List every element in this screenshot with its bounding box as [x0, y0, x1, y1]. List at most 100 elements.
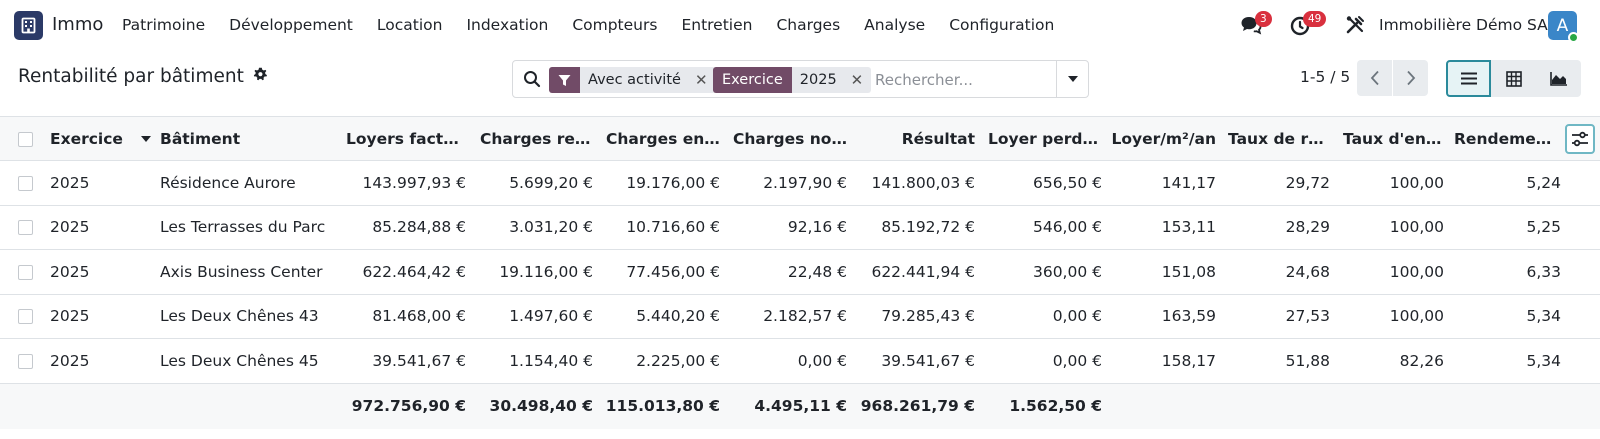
cell-loyer-perdu[interactable]: 656,50 €: [979, 161, 1106, 206]
pager-next-button[interactable]: [1393, 60, 1428, 96]
cell-taux-encaissement[interactable]: 100,00: [1334, 250, 1448, 295]
cell-charges-non-recuperees[interactable]: 92,16 €: [724, 205, 851, 250]
column-header-resultat[interactable]: Résultat: [851, 116, 979, 161]
cell-taux-encaissement[interactable]: 100,00: [1334, 161, 1448, 206]
cell-exercice[interactable]: 2025: [46, 205, 156, 250]
column-header-loyer-perdu[interactable]: Loyer perdu (...: [979, 116, 1106, 161]
cell-rendement[interactable]: 5,25: [1448, 205, 1565, 250]
cell-loyers-factures[interactable]: 85.284,88 €: [342, 205, 470, 250]
company-switcher[interactable]: Immobilière Démo SA: [1379, 16, 1548, 34]
column-header-rendement[interactable]: Rendement ...: [1448, 116, 1565, 161]
cell-rendement[interactable]: 5,34: [1448, 339, 1565, 384]
cell-batiment[interactable]: Les Deux Chênes 45: [156, 339, 342, 384]
table-row[interactable]: 2025 Résidence Aurore 143.997,93 €5.699,20…: [0, 160, 1600, 206]
cell-batiment[interactable]: Les Terrasses du Parc: [156, 205, 342, 250]
cell-charges-refacturees[interactable]: 5.699,20 €: [470, 161, 597, 206]
cell-resultat[interactable]: 39.541,67 €: [851, 339, 979, 384]
table-row[interactable]: 2025 Les Terrasses du Parc 85.284,88 €3.03…: [0, 205, 1600, 250]
cell-loyer-perdu[interactable]: 0,00 €: [979, 294, 1106, 339]
column-header-loyer-m2-an[interactable]: Loyer/m²/an: [1106, 116, 1220, 161]
menu-configuration[interactable]: Configuration: [949, 16, 1054, 34]
cell-taux-encaissement[interactable]: 100,00: [1334, 294, 1448, 339]
menu-indexation[interactable]: Indexation: [466, 16, 548, 34]
column-header-charges-encourues[interactable]: Charges enco...: [597, 116, 724, 161]
cell-taux-recuperation[interactable]: 51,88: [1220, 339, 1334, 384]
cell-loyer-perdu[interactable]: 546,00 €: [979, 205, 1106, 250]
sliders-icon[interactable]: [1565, 123, 1595, 154]
cell-loyer-m2-an[interactable]: 153,11: [1106, 205, 1220, 250]
cell-resultat[interactable]: 622.441,94 €: [851, 250, 979, 295]
cell-exercice[interactable]: 2025: [46, 250, 156, 295]
cell-charges-refacturees[interactable]: 3.031,20 €: [470, 205, 597, 250]
menu-charges[interactable]: Charges: [776, 16, 840, 34]
search-options-toggle[interactable]: [1056, 61, 1088, 97]
row-checkbox[interactable]: [18, 220, 33, 236]
remove-filter-facet-icon[interactable]: ✕: [688, 67, 716, 93]
cell-taux-recuperation[interactable]: 28,29: [1220, 205, 1334, 250]
cell-exercice[interactable]: 2025: [46, 294, 156, 339]
cell-resultat[interactable]: 85.192,72 €: [851, 205, 979, 250]
cell-rendement[interactable]: 5,24: [1448, 161, 1565, 206]
cell-charges-refacturees[interactable]: 1.154,40 €: [470, 339, 597, 384]
cell-resultat[interactable]: 79.285,43 €: [851, 294, 979, 339]
pager-previous-button[interactable]: [1357, 60, 1392, 96]
menu-patrimoine[interactable]: Patrimoine: [122, 16, 205, 34]
cell-loyer-m2-an[interactable]: 158,17: [1106, 339, 1220, 384]
cell-charges-encourues[interactable]: 2.225,00 €: [597, 339, 724, 384]
cell-charges-encourues[interactable]: 10.716,60 €: [597, 205, 724, 250]
cell-batiment[interactable]: Les Deux Chênes 43: [156, 294, 342, 339]
row-checkbox[interactable]: [18, 175, 33, 191]
menu-entretien[interactable]: Entretien: [681, 16, 752, 34]
cell-exercice[interactable]: 2025: [46, 161, 156, 206]
cell-charges-non-recuperees[interactable]: 2.182,57 €: [724, 294, 851, 339]
gear-icon[interactable]: [253, 66, 268, 87]
cell-taux-recuperation[interactable]: 29,72: [1220, 161, 1334, 206]
cell-rendement[interactable]: 6,33: [1448, 250, 1565, 295]
cell-charges-refacturees[interactable]: 19.116,00 €: [470, 250, 597, 295]
row-checkbox[interactable]: [18, 309, 33, 325]
tools-icon[interactable]: [1344, 14, 1366, 36]
column-header-charges-non-recuperees[interactable]: Charges non r...: [724, 116, 851, 161]
table-row[interactable]: 2025 Axis Business Center 622.464,42 €19.1…: [0, 249, 1600, 295]
cell-taux-encaissement[interactable]: 100,00: [1334, 205, 1448, 250]
building-icon[interactable]: [14, 11, 43, 40]
column-header-charges-refacturees[interactable]: Charges refac...: [470, 116, 597, 161]
graph-view-button[interactable]: [1536, 60, 1581, 97]
cell-charges-encourues[interactable]: 5.440,20 €: [597, 294, 724, 339]
cell-exercice[interactable]: 2025: [46, 339, 156, 384]
cell-taux-recuperation[interactable]: 24,68: [1220, 250, 1334, 295]
cell-resultat[interactable]: 141.800,03 €: [851, 161, 979, 206]
column-header-taux-recuperation[interactable]: Taux de réc...: [1220, 116, 1334, 161]
cell-loyer-perdu[interactable]: 0,00 €: [979, 339, 1106, 384]
cell-rendement[interactable]: 5,34: [1448, 294, 1565, 339]
menu-developpement[interactable]: Développement: [229, 16, 353, 34]
cell-taux-encaissement[interactable]: 82,26: [1334, 339, 1448, 384]
cell-loyer-m2-an[interactable]: 151,08: [1106, 250, 1220, 295]
cell-charges-non-recuperees[interactable]: 22,48 €: [724, 250, 851, 295]
table-row[interactable]: 2025 Les Deux Chênes 43 81.468,00 €1.497,6…: [0, 294, 1600, 339]
search-input[interactable]: [875, 68, 1065, 92]
remove-groupby-facet-icon[interactable]: ✕: [844, 67, 872, 93]
cell-batiment[interactable]: Axis Business Center: [156, 250, 342, 295]
cell-loyer-m2-an[interactable]: 141,17: [1106, 161, 1220, 206]
cell-loyers-factures[interactable]: 81.468,00 €: [342, 294, 470, 339]
app-name[interactable]: Immo: [52, 14, 103, 35]
pager-value[interactable]: 1-5 / 5: [1300, 68, 1350, 86]
cell-charges-encourues[interactable]: 19.176,00 €: [597, 161, 724, 206]
search-icon[interactable]: [523, 70, 541, 88]
column-header-taux-encaissement[interactable]: Taux d'enca...: [1334, 116, 1448, 161]
cell-loyers-factures[interactable]: 39.541,67 €: [342, 339, 470, 384]
row-checkbox[interactable]: [18, 353, 33, 369]
cell-loyers-factures[interactable]: 622.464,42 €: [342, 250, 470, 295]
pivot-view-button[interactable]: [1491, 60, 1536, 97]
cell-batiment[interactable]: Résidence Aurore: [156, 161, 342, 206]
list-view-button[interactable]: [1446, 60, 1491, 97]
select-all-checkbox[interactable]: [18, 131, 33, 147]
column-header-exercice[interactable]: Exercice: [46, 116, 156, 161]
cell-loyer-m2-an[interactable]: 163,59: [1106, 294, 1220, 339]
column-header-loyers-factures[interactable]: Loyers facturés: [342, 116, 470, 161]
cell-charges-non-recuperees[interactable]: 0,00 €: [724, 339, 851, 384]
menu-analyse[interactable]: Analyse: [864, 16, 925, 34]
cell-loyer-perdu[interactable]: 360,00 €: [979, 250, 1106, 295]
cell-taux-recuperation[interactable]: 27,53: [1220, 294, 1334, 339]
